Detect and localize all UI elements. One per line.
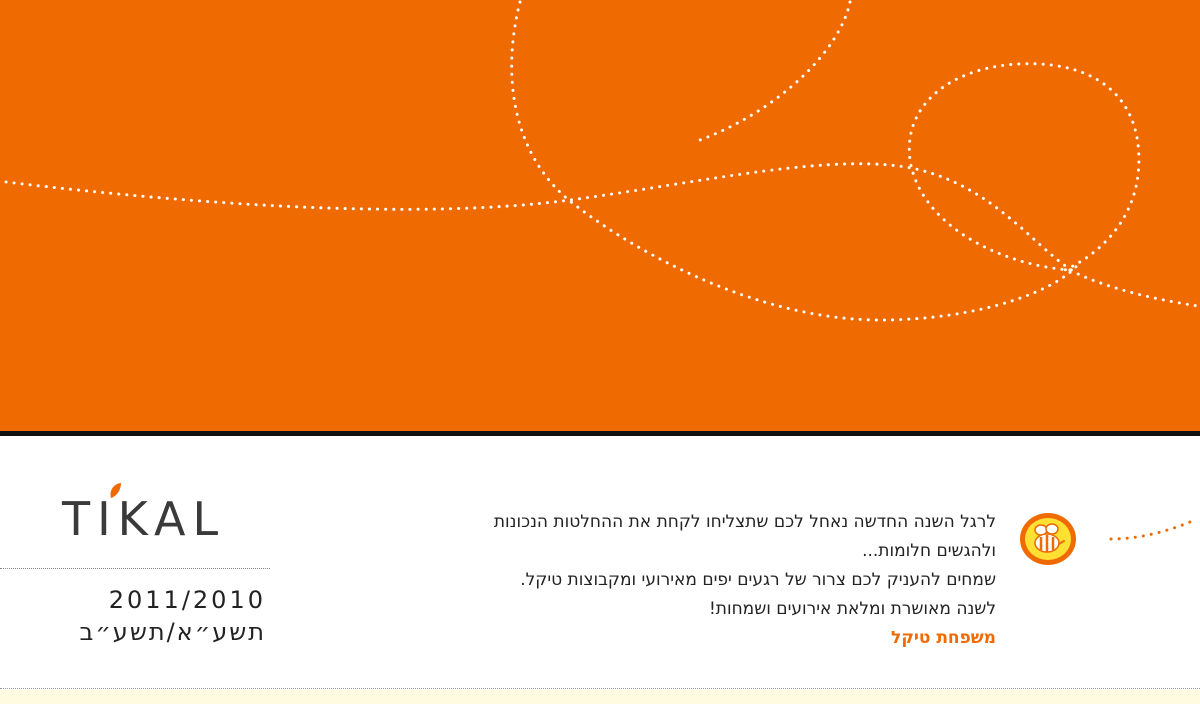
message-line: שמחים להעניק לכם צרור של רגעים יפים מאיר… (520, 570, 996, 590)
year-hebrew: תשע״א/תשע״ב (79, 618, 266, 646)
message-line: לשנה מאושרת ומלאת אירועים ושמחות! (708, 599, 996, 619)
bee-icon (1020, 513, 1076, 565)
logo-separator (0, 568, 270, 569)
footer-separator (0, 688, 1200, 689)
logo-block: TIKAL 2011/2010 תשע״א/תשע״ב (0, 476, 280, 656)
tikal-logo: TIKAL (58, 476, 278, 550)
greeting-message: לרגל השנה החדשה נאחל לכם שתצליחו לקחת את… (400, 508, 996, 653)
footer-strip (0, 690, 1200, 704)
logo-text: TIKAL (62, 492, 226, 546)
year-numeric: 2011/2010 (108, 586, 266, 614)
signature: משפחת טיקל (891, 628, 996, 648)
dotted-curves-decoration (4, 0, 1200, 322)
dotted-arc-decoration (1109, 517, 1199, 541)
message-line: לרגל השנה החדשה נאחל לכם שתצליחו לקחת את… (493, 512, 996, 532)
message-line: ולהגשים חלומות... (862, 541, 996, 561)
header-banner (0, 0, 1200, 432)
banner-divider (0, 431, 1200, 436)
